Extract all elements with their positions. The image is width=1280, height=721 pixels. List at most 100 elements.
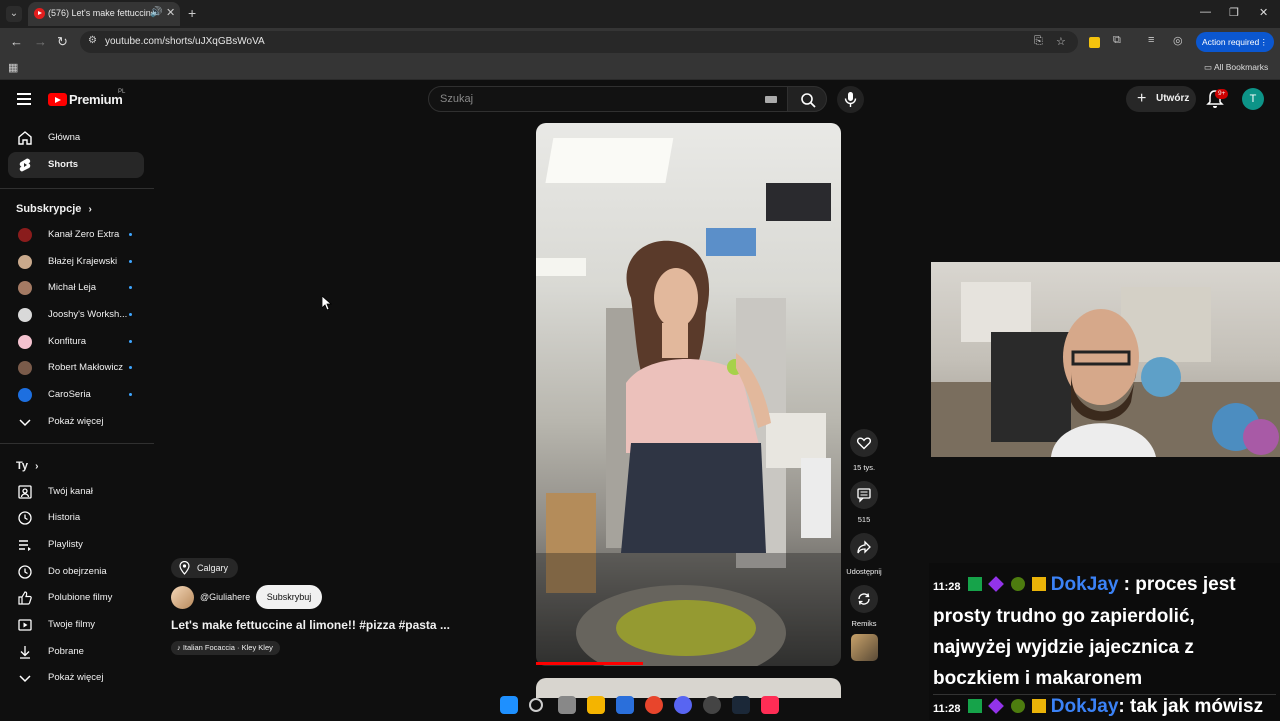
search-input[interactable]: Szukaj: [428, 86, 788, 112]
sidebar-item-subscription[interactable]: Błażej Krajewski: [8, 249, 144, 275]
chat-message: 11:28 DokJay : proces jest prosty trudno…: [933, 570, 1276, 695]
short-title[interactable]: Let's make fettuccine al limone!! #pizza…: [171, 618, 450, 632]
extension-icon[interactable]: [1089, 37, 1100, 48]
tab-close-icon[interactable]: ✕: [166, 6, 175, 19]
file-explorer-icon[interactable]: [587, 696, 605, 714]
forward-icon[interactable]: →: [34, 34, 47, 49]
sidebar-item-your-videos[interactable]: Twoje filmy: [8, 612, 144, 638]
chat-timestamp: 11:28: [933, 703, 961, 715]
short-video-player[interactable]: [536, 123, 841, 666]
comments-button[interactable]: [850, 481, 878, 509]
tab-audio-icon[interactable]: 🔊: [150, 7, 162, 18]
url-text[interactable]: youtube.com/shorts/uJXqGBsWoVA: [105, 36, 265, 47]
sidebar-item-liked-videos[interactable]: Polubione filmy: [8, 585, 144, 611]
sidebar-item-subscription[interactable]: Robert Makłowicz: [8, 355, 144, 381]
all-bookmarks-button[interactable]: ▭ All Bookmarks: [1204, 62, 1268, 73]
reload-icon[interactable]: ↻: [57, 34, 68, 50]
remix-button[interactable]: [850, 585, 878, 613]
sidebar-item-home[interactable]: Główna: [8, 125, 144, 151]
menu-dots-icon: ⋮: [1259, 37, 1269, 47]
channel-avatar[interactable]: [171, 586, 194, 609]
chat-timestamp: 11:28: [933, 581, 961, 593]
remix-icon: [858, 593, 870, 605]
browser-tab[interactable]: (576) Let's make fettuccine 🔊 ✕: [28, 2, 180, 26]
sidebar-item-subscription[interactable]: Jooshy's Worksh...: [8, 302, 144, 328]
music-chip[interactable]: ♪ Italian Focaccia · Kley Kley: [171, 641, 280, 655]
chat-message: 11:28 DokJay: tak jak mówisz: [933, 694, 1276, 721]
sidebar-item-watch-later[interactable]: Do obejrzenia: [8, 559, 144, 585]
sub-badge-icon: [988, 576, 1005, 592]
browser-tab-bar: ⌄ (576) Let's make fettuccine 🔊 ✕ + — ❐ …: [0, 0, 1280, 28]
subscribe-button[interactable]: Subskrybuj: [256, 585, 322, 609]
thumbs-up-icon: [18, 591, 32, 605]
profile-icon[interactable]: ◎: [1173, 34, 1183, 47]
sidebar-item-label: Twój kanał: [48, 486, 93, 497]
location-chip[interactable]: Calgary: [171, 558, 239, 578]
you-heading[interactable]: Ty ›: [16, 460, 38, 472]
subscriptions-heading[interactable]: Subskrypcje ›: [16, 203, 92, 215]
tab-search-dropdown-icon[interactable]: ⌄: [6, 6, 22, 22]
sidebar-item-history[interactable]: Historia: [8, 505, 144, 531]
sidebar-item-playlists[interactable]: Playlisty: [8, 532, 144, 558]
media-control-icon[interactable]: ≡: [1148, 34, 1154, 46]
apps-grid-icon[interactable]: ▦: [8, 61, 18, 74]
video-frame-image: [536, 138, 841, 666]
task-view-icon[interactable]: [558, 696, 576, 714]
sidebar-item-shorts[interactable]: Shorts: [8, 152, 144, 178]
new-tab-icon[interactable]: +: [188, 5, 196, 21]
search-button[interactable]: [787, 86, 827, 112]
minimize-icon[interactable]: —: [1200, 6, 1211, 18]
install-app-icon[interactable]: ⎘: [1034, 35, 1043, 48]
sidebar-item-show-more[interactable]: Pokaż więcej: [8, 665, 144, 691]
channel-avatar: [18, 335, 32, 349]
extensions-puzzle-icon[interactable]: ⧉: [1113, 34, 1121, 47]
plus-icon: +: [1137, 90, 1147, 107]
sidebar-item-subscription[interactable]: Konfitura: [8, 329, 144, 355]
menu-hamburger-icon[interactable]: [17, 93, 31, 105]
sidebar-item-label: Błażej Krajewski: [48, 256, 118, 267]
location-label: Calgary: [197, 563, 229, 573]
share-button[interactable]: [850, 533, 878, 561]
sidebar-item-subscription[interactable]: Michał Leja: [8, 275, 144, 301]
sidebar-item-label: Konfitura: [48, 336, 87, 347]
folder-icon: ▭: [1204, 62, 1214, 72]
search-placeholder: Szukaj: [440, 93, 474, 105]
site-info-icon[interactable]: ⚙: [88, 35, 97, 46]
search-icon[interactable]: [529, 698, 543, 712]
new-content-dot: [129, 393, 132, 396]
bookmark-star-icon[interactable]: ☆: [1056, 35, 1066, 48]
omnibox[interactable]: ⚙ youtube.com/shorts/uJXqGBsWoVA ⎘ ☆: [80, 31, 1078, 53]
channel-avatar: [18, 281, 32, 295]
steam-icon[interactable]: [732, 696, 750, 714]
sidebar-item-subscription[interactable]: Kanał Zero Extra: [8, 222, 144, 248]
chrome-icon[interactable]: [645, 696, 663, 714]
back-icon[interactable]: ←: [10, 34, 23, 49]
music-thumbnail[interactable]: [851, 634, 878, 661]
grenade-badge-icon: [1010, 699, 1025, 713]
bookmarks-bar: ▦ ▭ All Bookmarks: [0, 56, 1280, 80]
account-avatar[interactable]: T: [1242, 88, 1264, 110]
sidebar-item-show-more[interactable]: Pokaż więcej: [8, 409, 144, 435]
video-progress-bar[interactable]: [536, 662, 643, 665]
discord-icon[interactable]: [674, 696, 692, 714]
youtube-favicon-icon: [34, 8, 45, 19]
windows-start-icon[interactable]: [500, 696, 518, 714]
create-button[interactable]: + Utwórz: [1126, 86, 1196, 112]
chevron-down-icon: [19, 675, 31, 683]
restore-icon[interactable]: ❐: [1229, 6, 1239, 19]
store-icon[interactable]: [616, 696, 634, 714]
tiktok-icon[interactable]: [761, 696, 779, 714]
window-close-icon[interactable]: ✕: [1259, 6, 1268, 19]
sidebar-item-label: Jooshy's Worksh...: [48, 309, 128, 320]
voice-search-button[interactable]: [837, 86, 864, 113]
sidebar-item-your-channel[interactable]: Twój kanał: [8, 479, 144, 505]
sidebar-item-label: Do obejrzenia: [48, 566, 107, 577]
sidebar-item-subscription[interactable]: CaroSeria: [8, 382, 144, 408]
like-button[interactable]: [850, 429, 878, 457]
sidebar-item-downloads[interactable]: Pobrane: [8, 639, 144, 665]
action-required-button[interactable]: Action required ⋮: [1196, 32, 1274, 52]
obs-icon[interactable]: [703, 696, 721, 714]
channel-name[interactable]: @Giuliahere: [200, 592, 250, 602]
sidebar-divider: [0, 443, 154, 444]
keyboard-icon[interactable]: [765, 96, 777, 103]
